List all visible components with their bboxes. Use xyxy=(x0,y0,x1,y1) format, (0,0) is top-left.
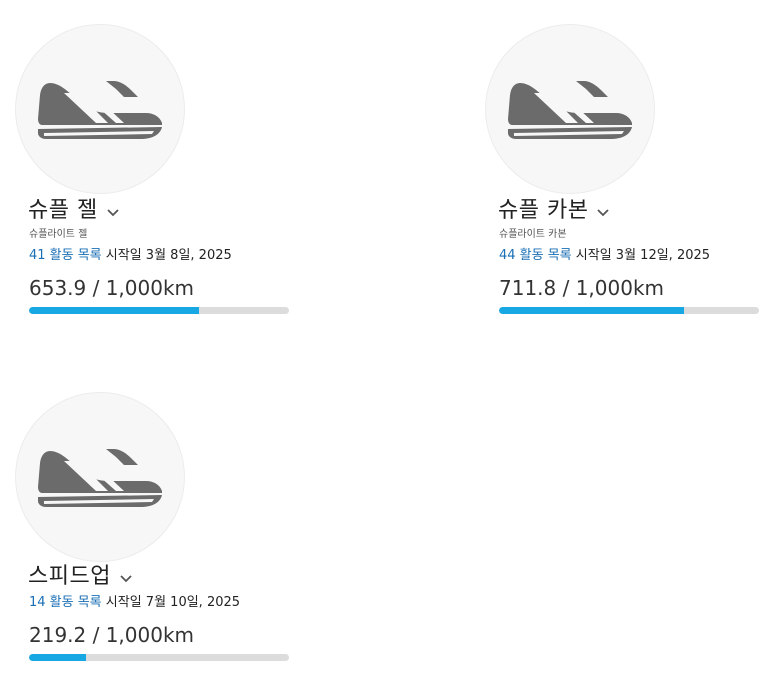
activity-row: 14 활동 목록 시작일 7월 10일, 2025 xyxy=(29,594,285,612)
activity-list-link[interactable]: 44 활동 목록 xyxy=(499,248,572,263)
start-date: 시작일 3월 8일, 2025 xyxy=(105,248,232,263)
gear-card: 스피드업 14 활동 목록 시작일 7월 10일, 2025 219.2 / 1… xyxy=(15,392,289,661)
activity-list-link[interactable]: 14 활동 목록 xyxy=(29,595,102,610)
gear-grid: 슈플 젤 슈플라이트 젤 41 활동 목록 시작일 3월 8일, 2025 65… xyxy=(0,0,778,683)
chevron-down-icon[interactable] xyxy=(596,208,610,218)
start-date: 시작일 3월 12일, 2025 xyxy=(575,248,711,263)
activity-list-link[interactable]: 41 활동 목록 xyxy=(29,248,102,263)
chevron-down-icon[interactable] xyxy=(106,208,120,218)
start-date: 시작일 7월 10일, 2025 xyxy=(105,595,241,610)
chevron-down-icon[interactable] xyxy=(119,574,133,584)
distance-progress-fill xyxy=(499,307,685,314)
gear-avatar[interactable] xyxy=(485,24,655,194)
distance-progress-bar xyxy=(29,654,289,661)
distance-progress-fill xyxy=(29,307,199,314)
gear-avatar[interactable] xyxy=(15,24,185,194)
running-shoe-icon xyxy=(508,81,632,139)
gear-model: 슈플라이트 젤 xyxy=(29,229,88,240)
distance-progress-fill xyxy=(29,654,86,661)
gear-name: 슈플 카본 xyxy=(498,198,589,223)
gear-name: 스피드업 xyxy=(28,564,111,589)
gear-model: 슈플라이트 카본 xyxy=(499,229,567,240)
activity-row: 44 활동 목록 시작일 3월 12일, 2025 xyxy=(499,247,755,265)
activity-row: 41 활동 목록 시작일 3월 8일, 2025 xyxy=(29,247,285,265)
distance-progress-bar xyxy=(499,307,759,314)
gear-card: 슈플 카본 슈플라이트 카본 44 활동 목록 시작일 3월 12일, 2025… xyxy=(485,24,759,314)
distance-text: 653.9 / 1,000km xyxy=(29,276,195,300)
running-shoe-icon xyxy=(38,449,162,507)
distance-text: 219.2 / 1,000km xyxy=(29,623,195,647)
distance-progress-bar xyxy=(29,307,289,314)
gear-name: 슈플 젤 xyxy=(28,198,98,223)
gear-avatar[interactable] xyxy=(15,392,185,562)
running-shoe-icon xyxy=(38,81,162,139)
distance-text: 711.8 / 1,000km xyxy=(499,276,665,300)
gear-card: 슈플 젤 슈플라이트 젤 41 활동 목록 시작일 3월 8일, 2025 65… xyxy=(15,24,289,314)
